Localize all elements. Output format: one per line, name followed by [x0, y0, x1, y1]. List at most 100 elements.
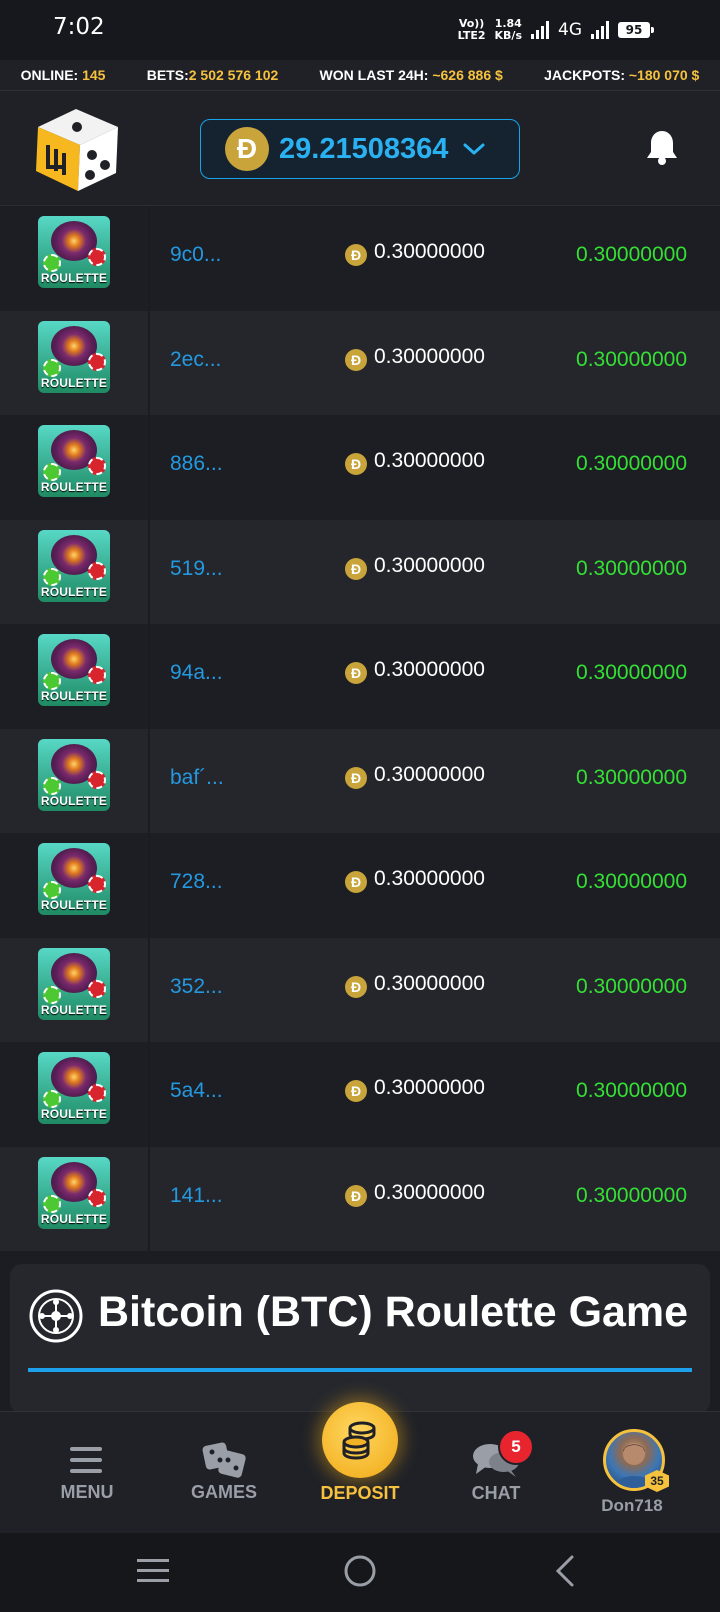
- dice-logo-icon[interactable]: [30, 99, 126, 195]
- table-row[interactable]: ROULETTE 728... Ð 0.30000000 0.30000000: [0, 833, 720, 938]
- bet-amount: 0.30000000: [374, 867, 485, 890]
- red-chip-graphic: [88, 1084, 106, 1102]
- nav-chat[interactable]: 5 CHAT: [436, 1412, 556, 1534]
- volte-indicator: Vo)) LTE2: [458, 18, 486, 42]
- table-row[interactable]: ROULETTE 886... Ð 0.30000000 0.30000000: [0, 415, 720, 520]
- bet-amount: 0.30000000: [374, 658, 485, 681]
- payout-amount: 0.30000000: [576, 765, 687, 789]
- dogecoin-icon: Ð: [345, 1184, 367, 1207]
- jackpots-stat: JACKPOTS: ~180 070 $: [544, 67, 700, 83]
- roulette-game-icon[interactable]: ROULETTE: [38, 216, 110, 288]
- roulette-icon: [29, 1289, 83, 1343]
- table-row[interactable]: ROULETTE 352... Ð 0.30000000 0.30000000: [0, 937, 720, 1042]
- dogecoin-icon: Ð: [225, 127, 269, 171]
- bottom-nav: MENU GAMES DEPOSIT 5 CHAT 35 Don718: [0, 1402, 720, 1534]
- status-bar: 7:02 Vo)) LTE2 1.84 KB/s 4G 95: [0, 0, 720, 60]
- roulette-game-icon[interactable]: ROULETTE: [38, 1156, 110, 1229]
- balance-selector[interactable]: Ð 29.21508364: [200, 119, 520, 179]
- red-chip-graphic: [88, 770, 106, 789]
- table-row[interactable]: ROULETTE 94a... Ð 0.30000000 0.30000000: [0, 624, 720, 729]
- table-row[interactable]: ROULETTE 2ec... Ð 0.30000000 0.30000000: [0, 310, 720, 415]
- payout-amount: 0.30000000: [576, 347, 687, 371]
- title-underline: [28, 1368, 692, 1372]
- bell-icon[interactable]: [645, 129, 679, 165]
- bet-amount: 0.30000000: [374, 971, 485, 995]
- site-stats-bar: ONLINE: 145 BETS:2 502 576 102 WON LAST …: [0, 60, 720, 91]
- username-label[interactable]: Don718: [572, 1496, 692, 1516]
- deposit-button[interactable]: [322, 1402, 398, 1478]
- signal-icon: [531, 21, 549, 39]
- roulette-game-icon[interactable]: ROULETTE: [38, 947, 110, 1020]
- bet-id-link[interactable]: 352...: [170, 975, 223, 999]
- chat-badge: 5: [498, 1429, 534, 1465]
- won-stat: WON LAST 24H: ~626 886 $: [319, 67, 503, 83]
- payout-amount: 0.30000000: [576, 1079, 687, 1102]
- bet-id-link[interactable]: baf´...: [170, 766, 224, 790]
- bet-id-link[interactable]: 728...: [170, 870, 223, 894]
- green-chip-graphic: [43, 358, 61, 377]
- app-header: Ð 29.21508364: [0, 91, 720, 206]
- bet-id-link[interactable]: 94a...: [170, 661, 223, 685]
- red-chip-graphic: [88, 875, 106, 893]
- green-chip-graphic: [43, 985, 61, 1004]
- bet-amount: 0.30000000: [374, 553, 485, 577]
- red-chip-graphic: [88, 248, 106, 266]
- battery-icon: 95: [618, 22, 654, 38]
- page-title: Bitcoin (BTC) Roulette Game: [98, 1288, 689, 1336]
- game-label: ROULETTE: [40, 1107, 108, 1121]
- bet-amount: 0.30000000: [374, 449, 485, 472]
- roulette-game-icon[interactable]: ROULETTE: [38, 1052, 110, 1124]
- bet-id-link[interactable]: 141...: [170, 1184, 223, 1208]
- nav-chat-label: CHAT: [471, 1483, 521, 1503]
- back-icon[interactable]: [553, 1554, 577, 1588]
- table-row[interactable]: ROULETTE 5a4... Ð 0.30000000 0.30000000: [0, 1042, 720, 1147]
- dogecoin-icon: Ð: [345, 975, 367, 998]
- bet-id-link[interactable]: 2ec...: [170, 348, 221, 372]
- game-label: ROULETTE: [40, 584, 108, 599]
- payout-amount: 0.30000000: [576, 556, 687, 580]
- nav-games[interactable]: GAMES: [164, 1412, 284, 1534]
- bet-id-link[interactable]: 886...: [170, 452, 223, 476]
- roulette-game-icon[interactable]: ROULETTE: [38, 634, 110, 706]
- green-chip-graphic: [43, 254, 61, 272]
- roulette-game-icon[interactable]: ROULETTE: [38, 738, 110, 811]
- nav-menu-label: MENU: [60, 1482, 114, 1502]
- red-chip-graphic: [88, 352, 106, 371]
- table-row[interactable]: ROULETTE 519... Ð 0.30000000 0.30000000: [0, 519, 720, 624]
- system-nav-bar: [0, 1533, 720, 1612]
- roulette-game-icon[interactable]: ROULETTE: [38, 843, 110, 915]
- bet-id-link[interactable]: 519...: [170, 557, 223, 581]
- network-type: 4G: [558, 20, 582, 40]
- red-chip-graphic: [88, 561, 106, 580]
- red-chip-graphic: [88, 666, 106, 684]
- nav-games-label: GAMES: [190, 1482, 257, 1502]
- dogecoin-icon: Ð: [345, 1080, 367, 1102]
- table-row[interactable]: ROULETTE baf´... Ð 0.30000000 0.30000000: [0, 728, 720, 833]
- table-row[interactable]: ROULETTE 141... Ð 0.30000000 0.30000000: [0, 1146, 720, 1251]
- green-chip-graphic: [43, 567, 61, 586]
- dice-icon: [202, 1442, 246, 1478]
- green-chip-graphic: [43, 463, 61, 481]
- speed-unit: KB/s: [494, 29, 522, 42]
- table-row[interactable]: ROULETTE 9c0... Ð 0.30000000 0.30000000: [0, 206, 720, 311]
- game-label: ROULETTE: [40, 898, 108, 912]
- roulette-game-icon[interactable]: ROULETTE: [38, 320, 110, 393]
- recent-apps-icon[interactable]: [136, 1556, 170, 1586]
- bet-id-link[interactable]: 9c0...: [170, 243, 221, 267]
- roulette-game-icon[interactable]: ROULETTE: [38, 529, 110, 602]
- payout-amount: 0.30000000: [576, 974, 687, 998]
- clock: 7:02: [53, 14, 105, 40]
- bet-amount: 0.30000000: [374, 1076, 485, 1099]
- bet-id-link[interactable]: 5a4...: [170, 1079, 223, 1103]
- hamburger-icon: [70, 1447, 102, 1473]
- payout-amount: 0.30000000: [576, 661, 687, 684]
- red-chip-graphic: [88, 979, 106, 998]
- system-indicators: Vo)) LTE2 1.84 KB/s 4G 95: [458, 18, 654, 42]
- home-icon[interactable]: [343, 1554, 377, 1588]
- roulette-game-icon[interactable]: ROULETTE: [38, 425, 110, 497]
- chevron-down-icon: [463, 143, 485, 155]
- dogecoin-icon: Ð: [345, 453, 367, 475]
- bet-amount: 0.30000000: [374, 344, 485, 368]
- game-label: ROULETTE: [40, 480, 108, 494]
- nav-menu[interactable]: MENU: [27, 1412, 147, 1534]
